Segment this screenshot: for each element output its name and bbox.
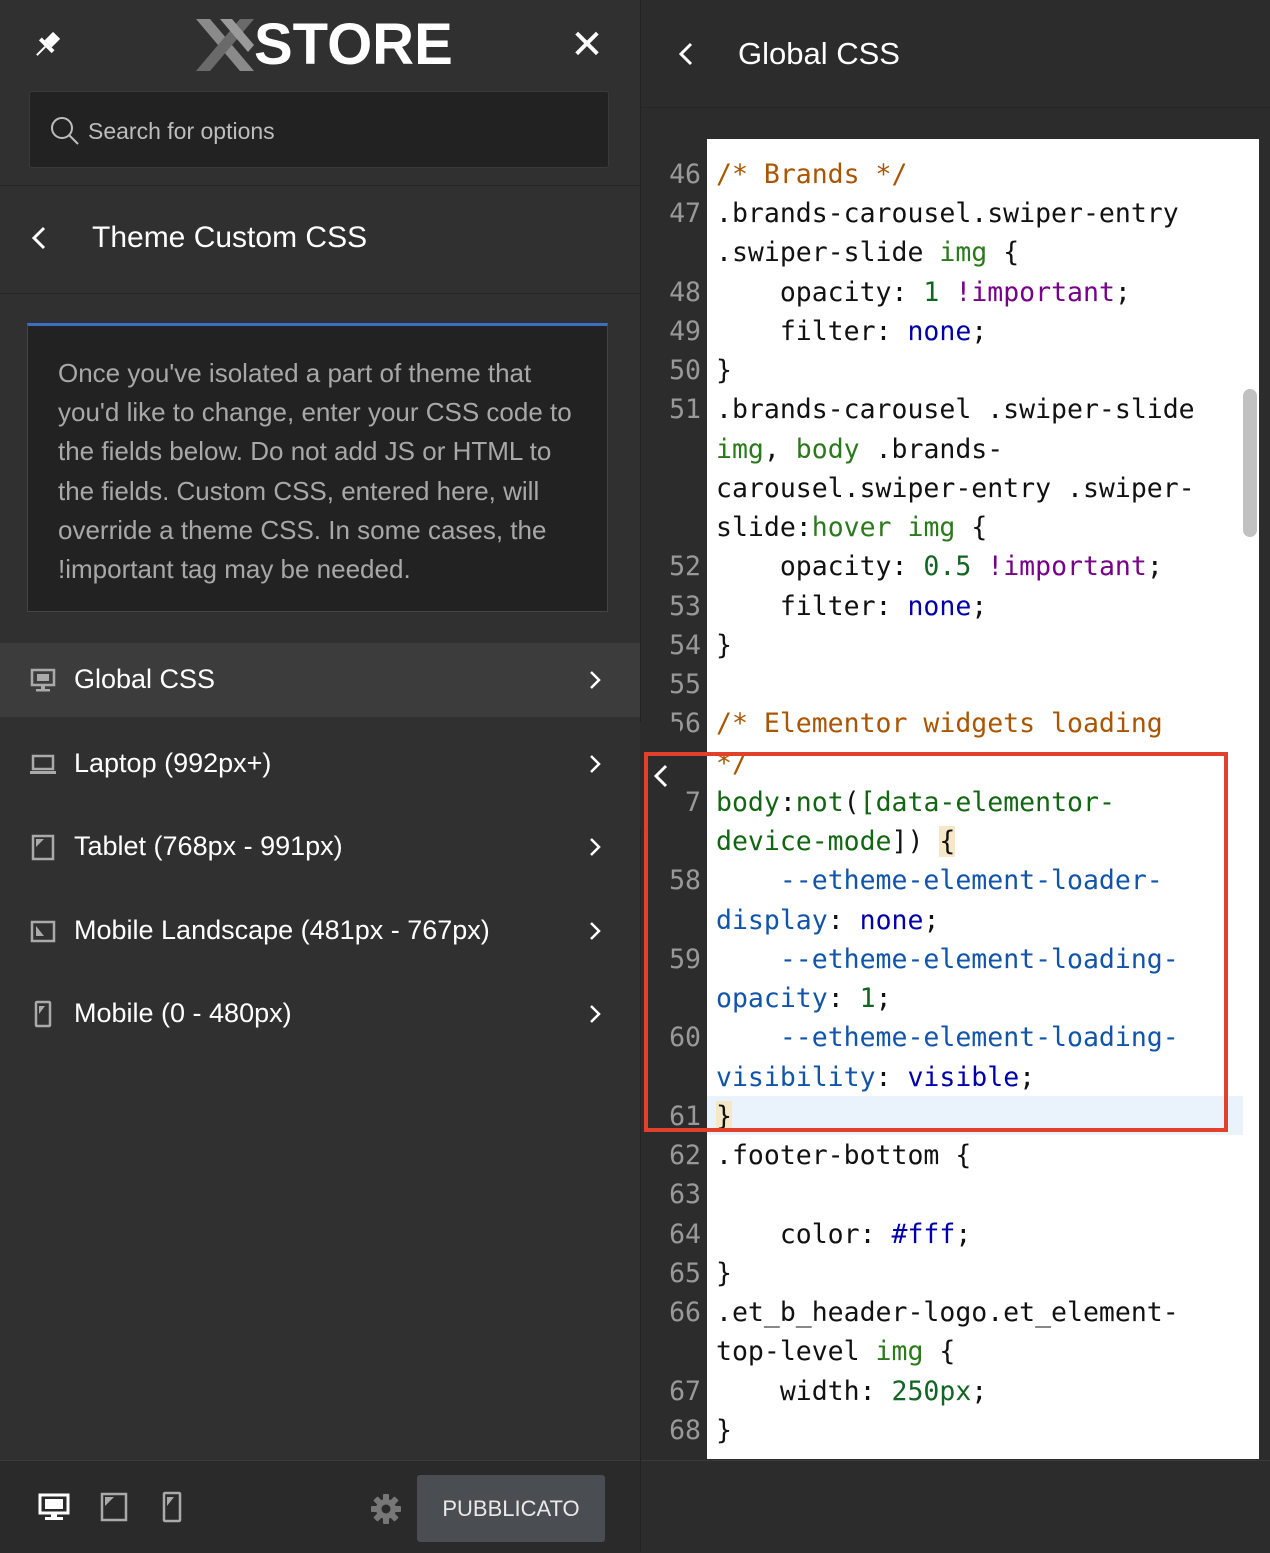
code-line: 54} bbox=[669, 630, 732, 661]
code-line: slide:hover img { bbox=[716, 512, 988, 543]
menu-item-laptop[interactable]: Laptop (992px+) bbox=[0, 727, 640, 801]
code-line: 67 width: 250px; bbox=[669, 1376, 988, 1407]
mobile-landscape-icon bbox=[30, 917, 56, 945]
code-line: 49 filter: none; bbox=[669, 316, 988, 347]
code-line: 52 opacity: 0.5 !important; bbox=[669, 551, 1163, 582]
code-line: 51 .brands-carousel .swiper-slide bbox=[669, 394, 1195, 425]
menu-item-label: Laptop (992px+) bbox=[74, 747, 272, 778]
code-line: carousel.swiper-entry .swiper- bbox=[716, 473, 1195, 504]
code-line: top-level img { bbox=[716, 1336, 956, 1367]
menu-item-tablet[interactable]: Tablet (768px - 991px) bbox=[0, 810, 640, 884]
menu-item-mobile[interactable]: Mobile (0 - 480px) bbox=[0, 977, 640, 1051]
panel-footer: PUBBLICATO bbox=[0, 1460, 640, 1553]
mobile-icon bbox=[30, 1000, 56, 1028]
options-panel: STORE ✕ Theme Custom CSS Once you've iso… bbox=[0, 0, 640, 1553]
editor-scrollbar[interactable] bbox=[1243, 389, 1257, 537]
section-title: Theme Custom CSS bbox=[92, 221, 368, 254]
close-icon[interactable]: ✕ bbox=[568, 25, 606, 65]
code-line: 47 .brands-carousel.swiper-entry bbox=[669, 198, 1179, 229]
menu-item-label: Mobile Landscape (481px - 767px) bbox=[74, 914, 490, 945]
code-line: 53 filter: none; bbox=[669, 591, 988, 622]
logo-text: STORE bbox=[254, 12, 453, 77]
editor-footer bbox=[641, 1460, 1270, 1553]
menu-item-label: Mobile (0 - 480px) bbox=[74, 998, 292, 1028]
code-line: 62 .footer-bottom { bbox=[669, 1140, 972, 1171]
search-input[interactable] bbox=[86, 110, 590, 152]
desktop-icon bbox=[30, 666, 56, 694]
chevron-right-icon bbox=[586, 750, 604, 778]
device-menu: Global CSS Laptop (992px+) Tablet (768px… bbox=[0, 643, 640, 1061]
code-line: 63 bbox=[669, 1179, 701, 1210]
preview-desktop-icon[interactable] bbox=[38, 1491, 70, 1523]
code-line: .swiper-slide img { bbox=[716, 237, 1020, 268]
info-notice: Once you've isolated a part of theme tha… bbox=[27, 323, 608, 612]
preview-mobile-icon[interactable] bbox=[156, 1491, 188, 1523]
tablet-icon bbox=[30, 833, 56, 861]
pin-icon[interactable] bbox=[28, 28, 64, 64]
logo-x-mark bbox=[196, 19, 254, 71]
code-line: 55 bbox=[669, 669, 701, 700]
highlight-annotation-box bbox=[644, 752, 1228, 1132]
chevron-right-icon bbox=[586, 917, 604, 945]
menu-item-label: Global CSS bbox=[74, 664, 216, 694]
editor-header: Global CSS bbox=[641, 0, 1270, 108]
chevron-right-icon bbox=[586, 1000, 604, 1028]
menu-item-mobile-landscape[interactable]: Mobile Landscape (481px - 767px) bbox=[0, 894, 640, 968]
code-line: 64 color: #fff; bbox=[669, 1219, 972, 1250]
code-line: 46/* Brands */ bbox=[669, 159, 908, 190]
editor-title: Global CSS bbox=[738, 36, 900, 71]
menu-item-label: Tablet (768px - 991px) bbox=[74, 831, 343, 861]
panel-header: STORE ✕ bbox=[0, 0, 640, 186]
code-line: 50} bbox=[669, 355, 732, 386]
search-icon bbox=[51, 117, 79, 145]
menu-item-global-css[interactable]: Global CSS bbox=[0, 643, 640, 717]
preview-tablet-icon[interactable] bbox=[98, 1491, 130, 1523]
code-line: 68} bbox=[669, 1415, 732, 1446]
code-line: 48 opacity: 1 !important; bbox=[669, 277, 1131, 308]
code-line: img, body .brands- bbox=[716, 434, 1004, 465]
back-arrow-icon[interactable] bbox=[675, 36, 699, 72]
back-arrow-icon[interactable] bbox=[28, 220, 52, 256]
search-box bbox=[29, 91, 609, 168]
gear-icon[interactable] bbox=[370, 1493, 402, 1525]
xstore-logo: STORE bbox=[196, 14, 453, 76]
chevron-right-icon bbox=[586, 833, 604, 861]
code-line: 56/* Elementor widgets loading bbox=[669, 708, 1163, 739]
chevron-right-icon bbox=[586, 666, 604, 694]
publish-button[interactable]: PUBBLICATO bbox=[417, 1475, 605, 1542]
code-line: 66 .et_b_header-logo.et_element- bbox=[669, 1297, 1179, 1328]
code-line: 65} bbox=[669, 1258, 732, 1289]
laptop-icon bbox=[30, 750, 56, 778]
section-header: Theme Custom CSS bbox=[0, 186, 640, 294]
